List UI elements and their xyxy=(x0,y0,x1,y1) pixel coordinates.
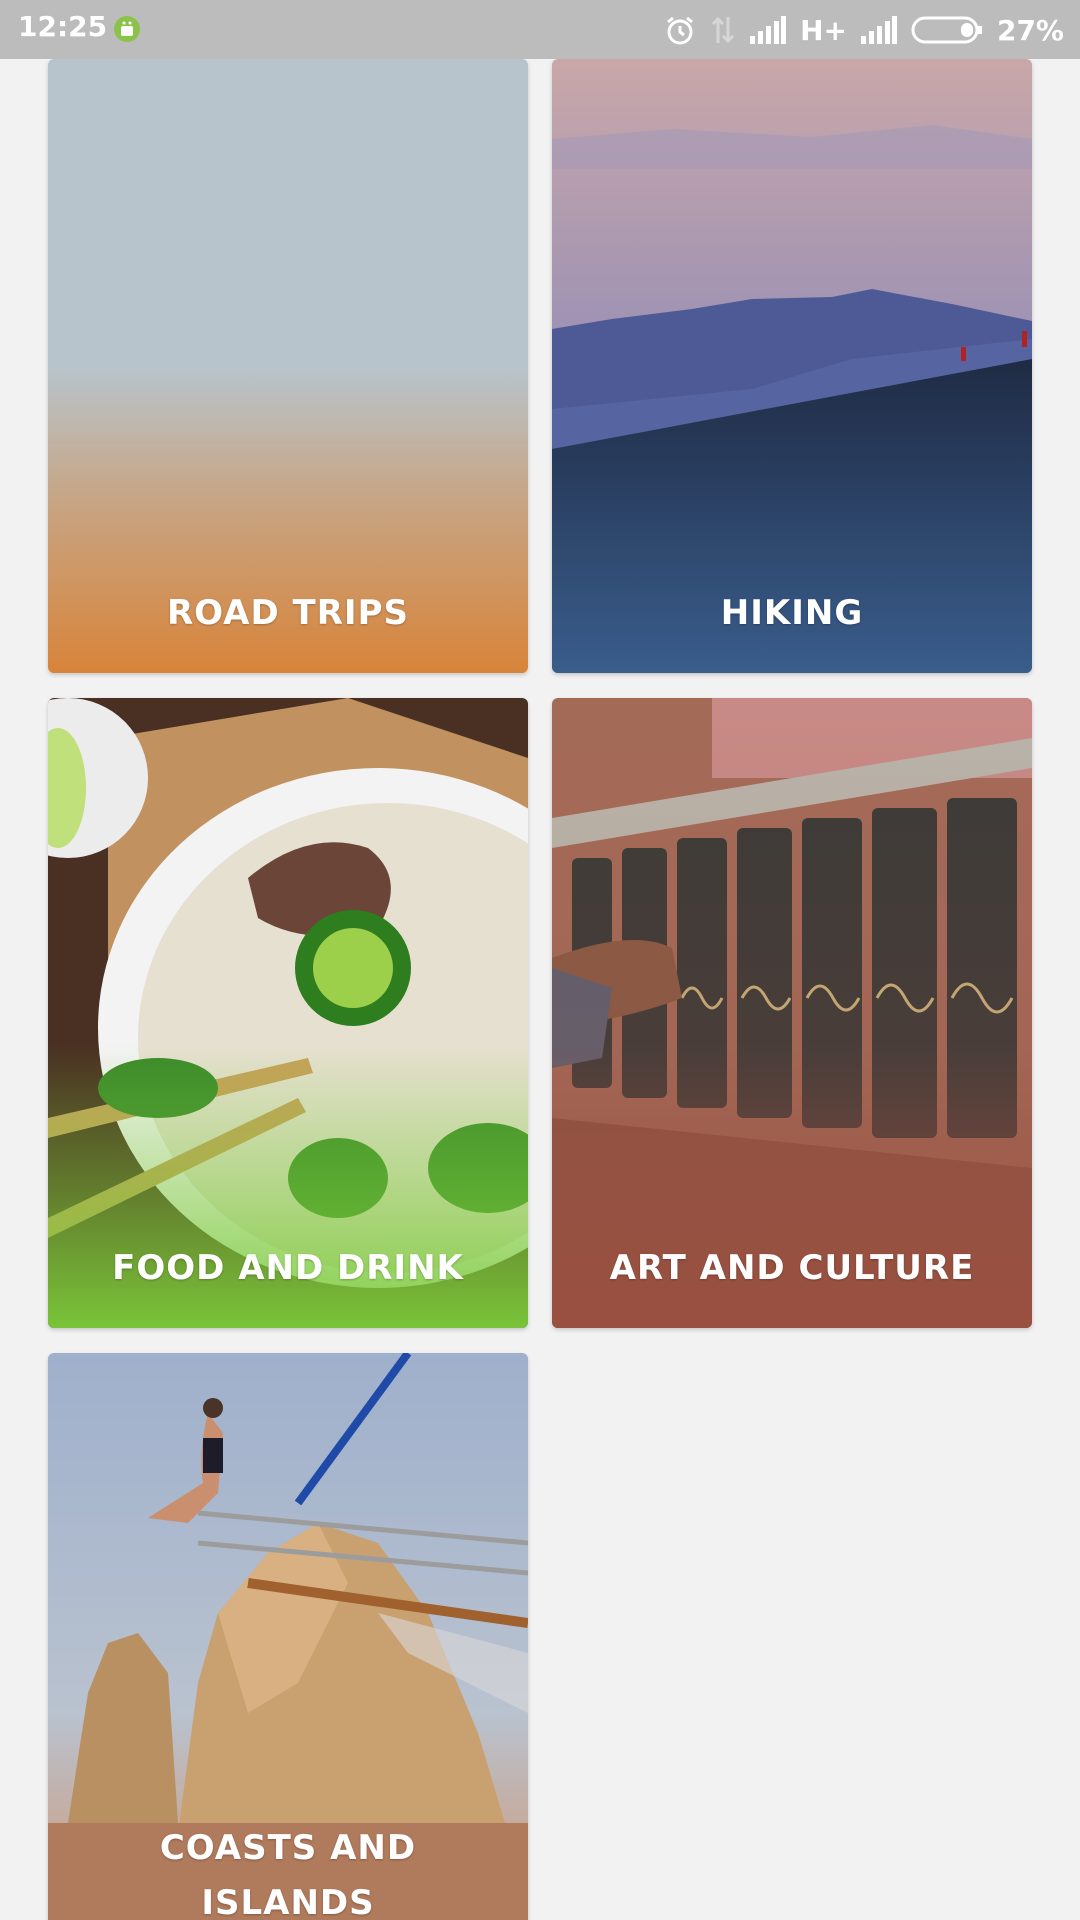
status-time: 12:25 xyxy=(18,10,108,43)
food-and-drink-image xyxy=(48,698,528,1328)
signal-icon xyxy=(750,16,787,44)
status-icons: H+ 27% xyxy=(664,8,1064,52)
hiking-image xyxy=(552,59,1032,673)
category-label: COASTS AND ISLANDS xyxy=(159,1828,417,1920)
category-card-road-trips[interactable]: ROAD TRIPS xyxy=(48,59,528,673)
category-card-hiking[interactable]: HIKING xyxy=(552,59,1032,673)
alarm-icon xyxy=(667,16,693,45)
art-and-culture-image xyxy=(552,698,1032,1328)
network-type: H+ xyxy=(800,13,847,47)
battery-icon xyxy=(911,16,982,44)
road-trips-image xyxy=(48,59,528,673)
category-label: ROAD TRIPS xyxy=(167,593,409,633)
category-label: HIKING xyxy=(720,593,864,633)
category-card-coasts-and-islands[interactable]: COASTS AND ISLANDS xyxy=(48,1353,528,1920)
data-transfer-icon xyxy=(712,16,735,44)
status-bar: 12:25 H+ 27% xyxy=(0,0,1080,59)
category-label: ART AND CULTURE xyxy=(609,1248,975,1288)
signal-icon xyxy=(860,16,897,44)
category-label: FOOD AND DRINK xyxy=(112,1248,464,1288)
category-grid: ROAD TRIPS HIKING FOOD AND DRINK ART AND… xyxy=(0,59,1080,1920)
android-notification-icon xyxy=(114,16,140,42)
category-card-food-and-drink[interactable]: FOOD AND DRINK xyxy=(48,698,528,1328)
battery-percent: 27% xyxy=(996,13,1064,47)
category-card-art-and-culture[interactable]: ART AND CULTURE xyxy=(552,698,1032,1328)
